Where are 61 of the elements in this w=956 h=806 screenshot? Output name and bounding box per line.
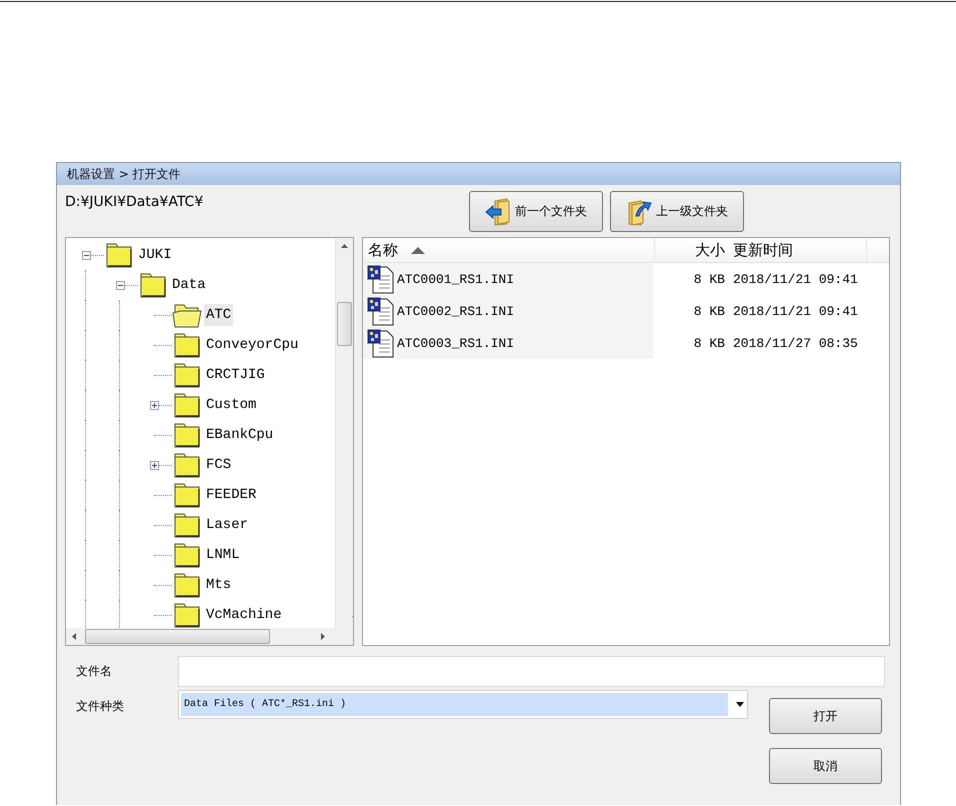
scrollbar-thumb[interactable]	[337, 302, 352, 346]
file-size: 8 KB	[692, 272, 725, 286]
expand-icon[interactable]	[150, 400, 159, 410]
file-type-dropdown[interactable]: Data Files ( ATC*_RS1.ini )	[178, 690, 748, 719]
tree-item[interactable]: FCS	[204, 454, 234, 476]
collapse-icon[interactable]	[82, 250, 91, 260]
folder-icon	[172, 601, 202, 629]
folder-icon	[172, 451, 202, 479]
tree-item[interactable]: Custom	[204, 394, 258, 416]
file-name-field[interactable]	[178, 656, 885, 687]
column-header[interactable]: 大小	[655, 238, 729, 262]
tree-item[interactable]: ATC	[204, 304, 234, 326]
column-header[interactable]: 名称	[363, 238, 655, 262]
field-label: 文件名	[76, 663, 113, 680]
scroll-up-icon[interactable]	[341, 244, 348, 248]
scroll-right-icon[interactable]	[321, 633, 325, 640]
horizontal-scrollbar[interactable]	[66, 628, 353, 645]
folder-icon	[172, 481, 202, 509]
file-size: 8 KB	[692, 304, 725, 318]
file-date: 2018/11/27 08:35	[733, 336, 858, 350]
dropdown-arrow-icon	[735, 702, 745, 708]
cancel-button[interactable]: 取消	[769, 748, 882, 784]
tree-item[interactable]: CRCTJIG	[204, 364, 267, 386]
tree-item[interactable]: LNML	[204, 544, 242, 566]
folder-icon	[104, 241, 134, 269]
file-name[interactable]: ATC0003_RS1.INI	[397, 336, 514, 350]
tree-item[interactable]: Laser	[204, 514, 250, 536]
folder-back-icon	[485, 198, 511, 226]
folder-path: D:¥JUKI¥Data¥ATC¥	[65, 194, 204, 210]
expand-icon[interactable]	[150, 460, 159, 470]
tree-item[interactable]: ConveyorCpu	[204, 334, 300, 356]
file-date: 2018/11/21 09:41	[733, 272, 858, 286]
open-button[interactable]: 打开	[769, 698, 882, 734]
file-size: 8 KB	[692, 336, 725, 350]
column-header[interactable]: 更新时间	[729, 238, 867, 262]
tree-item[interactable]: Mts	[204, 574, 234, 596]
file-date: 2018/11/21 09:41	[733, 304, 858, 318]
collapse-icon[interactable]	[116, 280, 125, 290]
file-name[interactable]: ATC0002_RS1.INI	[397, 304, 514, 318]
folder-icon	[172, 391, 202, 419]
field-label: 文件种类	[76, 698, 125, 715]
folder-icon	[172, 331, 202, 359]
scroll-left-icon[interactable]	[72, 633, 76, 640]
back-folder-button[interactable]: 前一个文件夹	[469, 191, 603, 232]
folder-icon	[138, 271, 168, 299]
folder-up-icon	[626, 198, 652, 226]
tree-item[interactable]: EBankCpu	[204, 424, 276, 446]
folder-icon	[172, 421, 202, 449]
file-name[interactable]: ATC0001_RS1.INI	[397, 272, 514, 286]
tree-item[interactable]: Data	[170, 274, 208, 296]
folder-icon	[172, 571, 202, 599]
tree-item[interactable]: FEEDER	[204, 484, 258, 506]
tree-item[interactable]: VcMachine	[204, 604, 284, 626]
folder-icon	[172, 511, 202, 539]
vertical-scrollbar[interactable]	[335, 238, 353, 628]
folder-icon	[172, 361, 202, 389]
window-title: 机器设置 > 打开文件	[57, 163, 900, 185]
scrollbar-thumb[interactable]	[85, 629, 270, 644]
up-folder-button[interactable]: 上一级文件夹	[610, 191, 744, 232]
tree-item[interactable]: JUKI	[136, 244, 174, 266]
folder-icon	[172, 541, 202, 569]
